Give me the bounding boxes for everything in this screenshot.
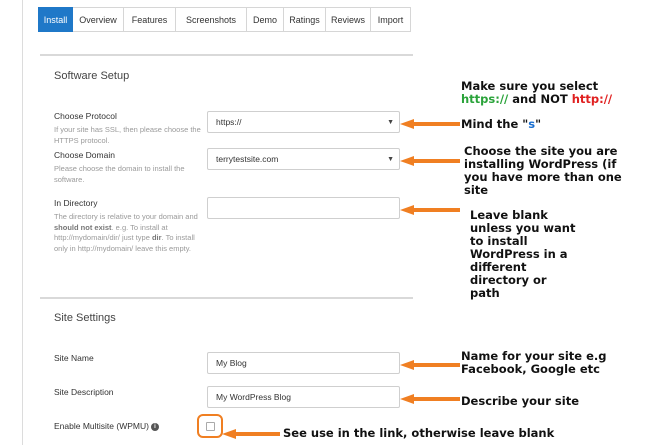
tab-overview[interactable]: Overview xyxy=(73,7,124,32)
tab-features[interactable]: Features xyxy=(124,7,176,32)
directory-help: The directory is relative to your domain… xyxy=(54,212,198,253)
protocol-note: Make sure you select https:// and NOT ht… xyxy=(461,79,613,106)
tab-import[interactable]: Import xyxy=(371,7,411,32)
arrow-icon xyxy=(400,156,460,166)
domain-label: Choose Domain xyxy=(54,150,115,160)
site-description-value: My WordPress Blog xyxy=(216,392,291,402)
domain-help: Please choose the domain to install the … xyxy=(54,164,185,184)
site-name-note: Name for your site e.g Facebook, Google … xyxy=(461,349,607,376)
multisite-note: See use in the link, otherwise leave bla… xyxy=(283,426,555,440)
site-description-input[interactable]: My WordPress Blog xyxy=(207,386,400,408)
protocol-select-value: https:// xyxy=(216,117,242,127)
tab-install[interactable]: Install xyxy=(38,7,73,32)
tab-screenshots[interactable]: Screenshots xyxy=(176,7,247,32)
domain-select-value: terrytestsite.com xyxy=(216,154,279,164)
tab-reviews[interactable]: Reviews xyxy=(326,7,371,32)
protocol-label: Choose Protocol xyxy=(54,111,117,121)
section-divider xyxy=(40,297,413,299)
arrow-icon xyxy=(400,119,460,129)
chevron-down-icon: ▼ xyxy=(387,156,394,163)
tab-ratings[interactable]: Ratings xyxy=(284,7,326,32)
mind-s-note: Mind the "s" xyxy=(461,117,542,131)
site-name-value: My Blog xyxy=(216,358,247,368)
tab-bar: Install Overview Features Screenshots De… xyxy=(38,7,411,32)
domain-select[interactable]: terrytestsite.com ▼ xyxy=(207,148,400,170)
arrow-icon xyxy=(400,205,460,215)
arrow-icon xyxy=(400,394,460,404)
multisite-label: Enable Multisite (WPMU) i xyxy=(54,421,159,431)
arrow-icon xyxy=(222,429,280,439)
multisite-highlight xyxy=(197,414,223,438)
site-name-input[interactable]: My Blog xyxy=(207,352,400,374)
site-settings-title: Site Settings xyxy=(54,312,116,324)
multisite-checkbox[interactable] xyxy=(206,422,215,431)
software-setup-title: Software Setup xyxy=(54,70,130,82)
section-divider xyxy=(40,54,413,56)
directory-input[interactable] xyxy=(207,197,400,219)
protocol-select[interactable]: https:// ▼ xyxy=(207,111,400,133)
domain-note: Choose the site you are installing WordP… xyxy=(464,144,622,197)
arrow-icon xyxy=(400,360,460,370)
description-note: Describe your site xyxy=(461,394,579,408)
directory-note: Leave blank unless you want to install W… xyxy=(470,208,576,300)
directory-label: In Directory xyxy=(54,198,98,208)
protocol-help: If your site has SSL, then please choose… xyxy=(54,125,201,145)
site-description-label: Site Description xyxy=(54,387,114,397)
site-name-label: Site Name xyxy=(54,353,94,363)
page-left-border xyxy=(22,0,23,445)
tab-demo[interactable]: Demo xyxy=(247,7,284,32)
info-icon[interactable]: i xyxy=(150,422,159,431)
chevron-down-icon: ▼ xyxy=(387,119,394,126)
